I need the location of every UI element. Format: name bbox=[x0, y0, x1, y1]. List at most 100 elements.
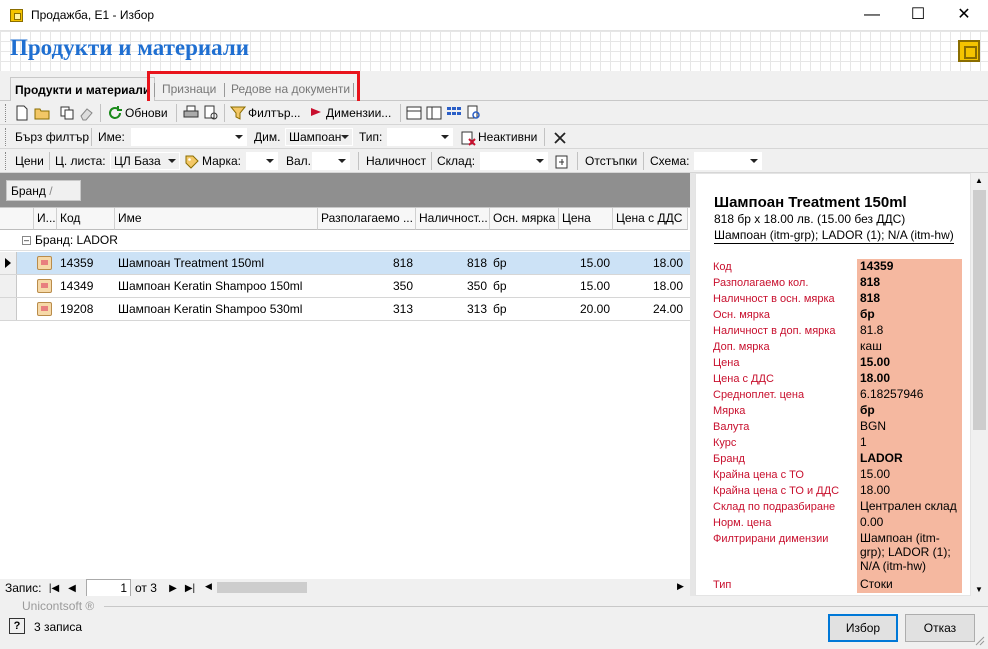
table-row[interactable]: 14359 Шампоан Treatment 150ml 818 818 бр… bbox=[0, 252, 690, 275]
table-row[interactable]: 19208 Шампоан Keratin Shampoo 530ml 313 … bbox=[0, 298, 690, 321]
cell-price-vat: 24.00 bbox=[652, 302, 683, 316]
cell-price-vat: 18.00 bbox=[652, 256, 683, 270]
scroll-up-icon[interactable]: ▲ bbox=[975, 176, 983, 185]
module-icon bbox=[958, 40, 980, 62]
inactive-toggle[interactable]: Неактивни bbox=[478, 128, 537, 146]
eraser-icon[interactable] bbox=[79, 105, 95, 121]
cell-available: 313 bbox=[392, 302, 413, 316]
row-selector[interactable] bbox=[0, 298, 17, 320]
column-header-base-unit[interactable]: Осн. мярка bbox=[490, 208, 559, 230]
open-folder-icon[interactable] bbox=[34, 105, 50, 121]
scroll-right-icon[interactable]: ▶ bbox=[677, 581, 684, 592]
dimensions-button[interactable]: Димензии... bbox=[326, 104, 391, 122]
column-header-stock[interactable]: Наличност... bbox=[416, 208, 490, 230]
column-header-price-vat[interactable]: Цена с ДДС bbox=[613, 208, 688, 230]
layout-single-icon[interactable] bbox=[406, 105, 422, 121]
column-header-available[interactable]: Разполагаемо ... bbox=[318, 208, 416, 230]
product-icon bbox=[37, 279, 52, 293]
detail-label: Норм. цена bbox=[713, 517, 772, 529]
inactive-filter-icon[interactable] bbox=[460, 130, 476, 146]
record-number-input[interactable]: 1 bbox=[86, 579, 131, 597]
new-document-icon[interactable] bbox=[14, 105, 30, 121]
toolbar-separator bbox=[176, 104, 177, 122]
previous-record-button[interactable]: ◀ bbox=[64, 581, 80, 597]
group-collapse-toggle[interactable]: – bbox=[22, 236, 31, 245]
product-icon bbox=[37, 302, 52, 316]
next-record-button[interactable]: ▶ bbox=[165, 581, 181, 597]
toolbar-separator bbox=[100, 104, 101, 122]
toolbar-separator bbox=[544, 128, 545, 146]
price-list-combo[interactable]: ЦЛ База bbox=[110, 152, 180, 170]
warehouse-label: Склад: bbox=[437, 154, 476, 168]
print-icon[interactable] bbox=[183, 105, 199, 121]
column-header-price[interactable]: Цена bbox=[559, 208, 613, 230]
record-label: Запис: bbox=[5, 581, 42, 595]
cell-code: 14359 bbox=[60, 256, 94, 270]
layout-grid-icon[interactable] bbox=[446, 105, 462, 121]
close-button[interactable]: ✕ bbox=[941, 0, 987, 31]
product-icon bbox=[37, 256, 52, 270]
column-header-name[interactable]: Име bbox=[115, 208, 318, 230]
select-button[interactable]: Избор bbox=[828, 614, 898, 642]
detail-value: BGN bbox=[857, 419, 962, 435]
first-record-button[interactable]: |◀ bbox=[46, 581, 62, 597]
filter-icon[interactable] bbox=[230, 105, 246, 121]
print-preview-icon[interactable] bbox=[203, 105, 219, 121]
brand-tag-icon bbox=[185, 155, 199, 169]
table-row[interactable]: 14349 Шампоан Keratin Shampoo 150ml 350 … bbox=[0, 275, 690, 298]
copy-icon[interactable] bbox=[59, 105, 75, 121]
cell-name: Шампоан Keratin Shampoo 530ml bbox=[118, 302, 303, 316]
column-header-icon[interactable]: И... bbox=[34, 208, 57, 230]
brand-filter-combo[interactable] bbox=[246, 152, 278, 170]
type-filter-combo[interactable] bbox=[387, 128, 453, 146]
detail-label: Средноплет. цена bbox=[713, 389, 805, 401]
detail-value: 818 bbox=[857, 291, 962, 307]
refresh-button[interactable]: Обнови bbox=[125, 104, 168, 122]
detail-value: бр bbox=[857, 307, 962, 323]
currency-combo[interactable] bbox=[312, 152, 350, 170]
tab-products[interactable]: Продукти и материали bbox=[10, 77, 156, 102]
row-selector[interactable] bbox=[0, 275, 17, 297]
currency-label: Вал. bbox=[286, 154, 312, 168]
name-filter-combo[interactable] bbox=[131, 128, 247, 146]
warehouse-combo[interactable] bbox=[480, 152, 548, 170]
dimension-filter-combo[interactable]: Шампоан bbox=[285, 128, 353, 146]
name-filter-label: Име: bbox=[98, 130, 125, 144]
scheme-combo[interactable] bbox=[694, 152, 762, 170]
scroll-down-icon[interactable]: ▼ bbox=[975, 585, 983, 594]
dimensions-icon[interactable] bbox=[308, 105, 324, 121]
row-selector[interactable] bbox=[0, 252, 17, 274]
detail-value: 15.00 bbox=[857, 355, 962, 371]
group-chip-brand[interactable]: Бранд / bbox=[6, 180, 81, 201]
find-icon[interactable] bbox=[466, 105, 482, 121]
detail-label: Наличност в осн. мярка bbox=[713, 293, 835, 305]
vertical-scroll-thumb[interactable] bbox=[973, 190, 986, 430]
record-total: от 3 bbox=[135, 581, 157, 595]
cancel-button[interactable]: Отказ bbox=[905, 614, 975, 642]
minimize-button[interactable]: — bbox=[849, 0, 895, 31]
filter-button[interactable]: Филтър... bbox=[248, 104, 301, 122]
refresh-icon[interactable] bbox=[107, 105, 123, 121]
clear-filter-icon[interactable] bbox=[552, 130, 568, 146]
resize-grip-icon[interactable] bbox=[975, 636, 985, 646]
warehouse-refresh-icon[interactable] bbox=[554, 154, 570, 170]
scroll-left-icon[interactable]: ◀ bbox=[205, 581, 212, 592]
horizontal-scroll-thumb[interactable] bbox=[217, 582, 307, 593]
detail-value: 18.00 bbox=[857, 483, 962, 499]
last-record-button[interactable]: ▶| bbox=[182, 581, 198, 597]
cell-price: 15.00 bbox=[579, 256, 610, 270]
cell-price: 15.00 bbox=[579, 279, 610, 293]
column-header-code[interactable]: Код bbox=[57, 208, 115, 230]
toolbar-separator bbox=[358, 152, 359, 170]
cell-price: 20.00 bbox=[579, 302, 610, 316]
help-icon[interactable]: ? bbox=[9, 618, 25, 634]
detail-label: Склад по подразбиране bbox=[713, 501, 836, 513]
detail-subtitle: 818 бр x 18.00 лв. (15.00 без ДДС) bbox=[714, 212, 906, 226]
layout-details-icon[interactable] bbox=[426, 105, 442, 121]
detail-label: Наличност в доп. мярка bbox=[713, 325, 836, 337]
toolbar-separator bbox=[91, 128, 92, 146]
maximize-button[interactable]: ☐ bbox=[895, 0, 941, 31]
detail-value: 81.8 bbox=[857, 323, 962, 339]
discounts-label: Отстъпки bbox=[585, 154, 638, 168]
detail-label: Код bbox=[713, 261, 732, 273]
